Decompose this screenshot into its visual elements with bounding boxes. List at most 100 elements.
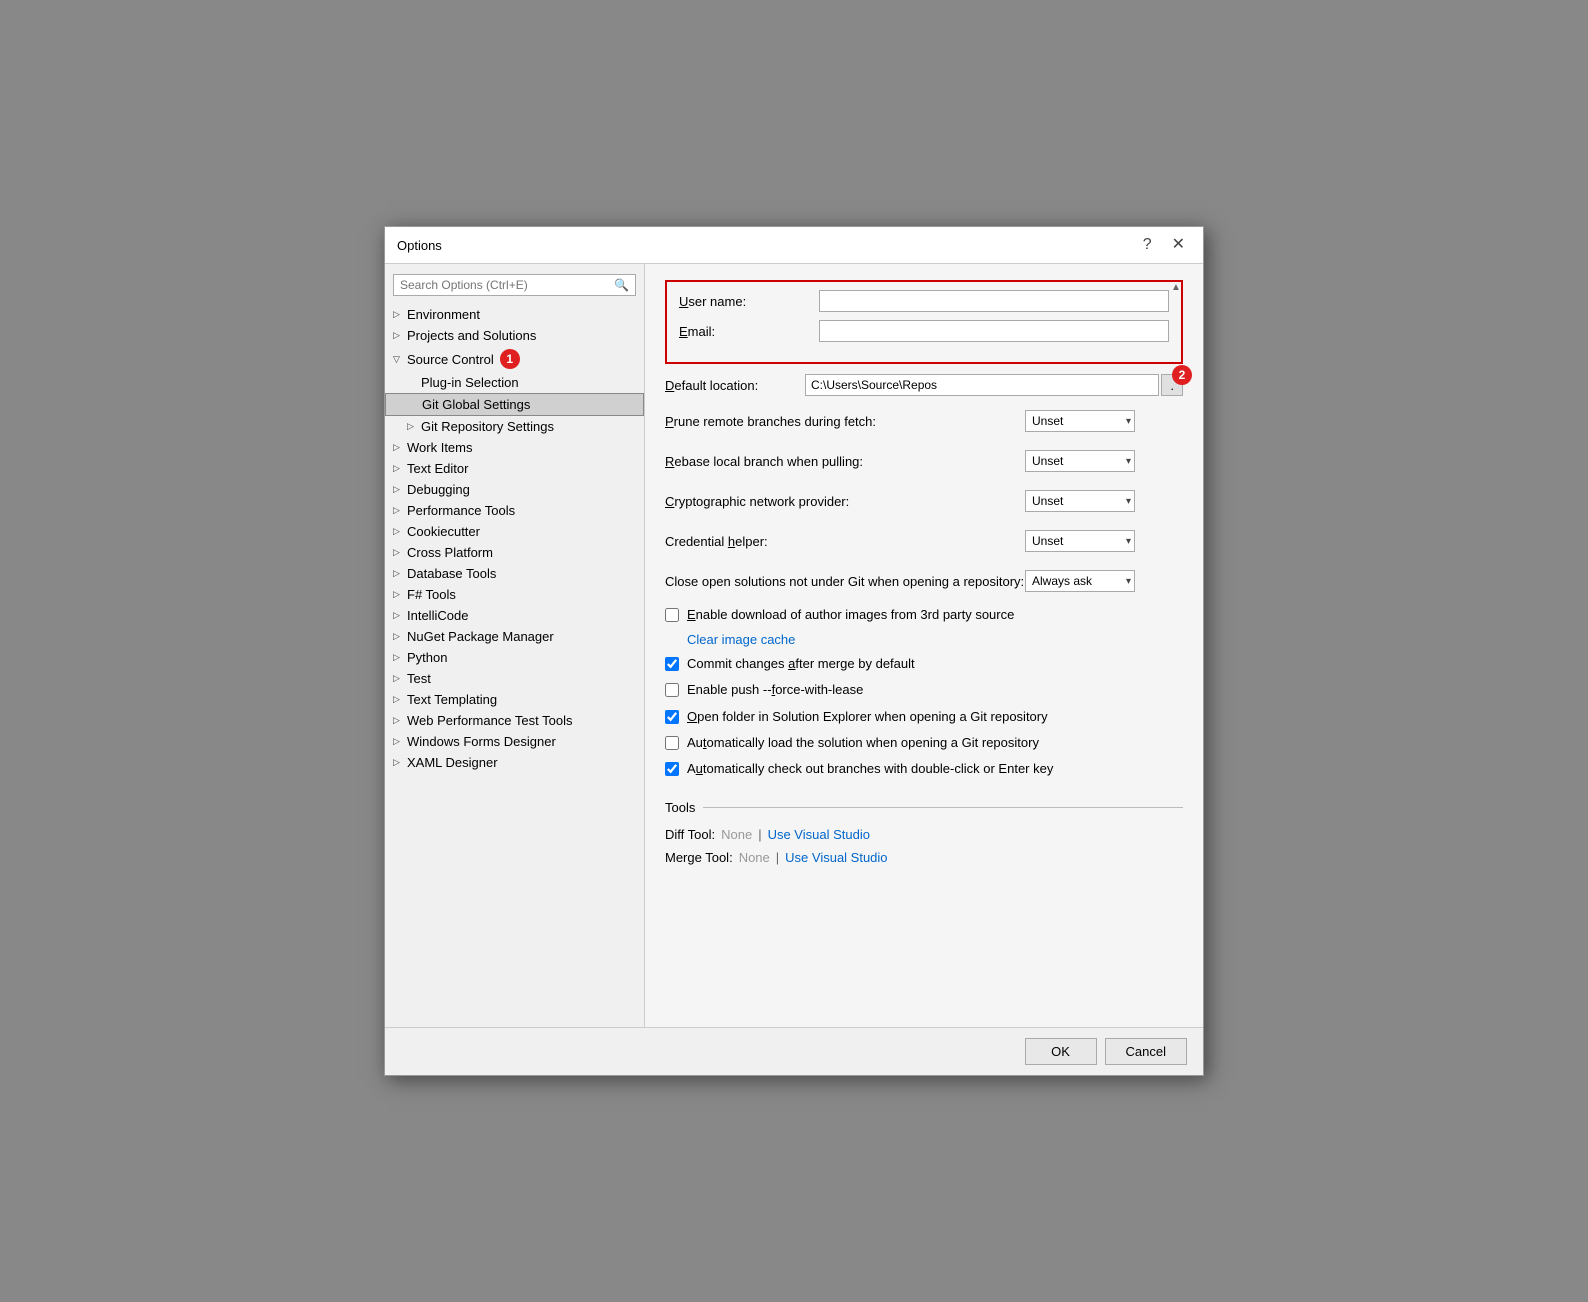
prune-dropdown[interactable]: UnsetTrueFalse — [1025, 410, 1135, 432]
email-row: Email: — [679, 320, 1169, 342]
sidebar-label-source-control: Source Control — [407, 352, 494, 367]
sidebar-item-debugging[interactable]: ▷Debugging — [385, 479, 644, 500]
clear-image-cache-link-row: Clear image cache — [687, 632, 1183, 647]
sidebar-item-performance-tools[interactable]: ▷Performance Tools — [385, 500, 644, 521]
sidebar-label-cookiecutter: Cookiecutter — [407, 524, 480, 539]
diff-tool-label: Diff Tool: — [665, 827, 715, 842]
enable-download-row: Enable download of author images from 3r… — [665, 606, 1183, 624]
tree-arrow-python: ▷ — [393, 652, 407, 663]
sidebar-item-git-global-settings[interactable]: Git Global Settings — [385, 393, 644, 416]
crypto-dropdown[interactable]: UnsetTrueFalse — [1025, 490, 1135, 512]
prune-row: Prune remote branches during fetch: Unse… — [665, 406, 1183, 436]
enable-push-row: Enable push --force-with-lease — [665, 681, 1183, 699]
sidebar-item-xaml-designer[interactable]: ▷XAML Designer — [385, 752, 644, 773]
credential-row: Credential helper: UnsetTrueFalse ▾ — [665, 526, 1183, 556]
sidebar-item-cookiecutter[interactable]: ▷Cookiecutter — [385, 521, 644, 542]
sidebar-label-intellicode: IntelliCode — [407, 608, 468, 623]
username-input[interactable] — [819, 290, 1169, 312]
merge-tool-label: Merge Tool: — [665, 850, 733, 865]
auto-checkout-label: Automatically check out branches with do… — [687, 760, 1053, 778]
sidebar-item-text-templating[interactable]: ▷Text Templating — [385, 689, 644, 710]
title-bar: Options ? ✕ — [385, 227, 1203, 264]
sidebar-item-projects-solutions[interactable]: ▷Projects and Solutions — [385, 325, 644, 346]
tree-arrow-nuget-package-manager: ▷ — [393, 631, 407, 642]
sidebar-item-windows-forms-designer[interactable]: ▷Windows Forms Designer — [385, 731, 644, 752]
sidebar-item-web-perf-test-tools[interactable]: ▷Web Performance Test Tools — [385, 710, 644, 731]
sidebar-item-environment[interactable]: ▷Environment — [385, 304, 644, 325]
sidebar-label-web-perf-test-tools: Web Performance Test Tools — [407, 713, 572, 728]
sidebar-item-database-tools[interactable]: ▷Database Tools — [385, 563, 644, 584]
close-solutions-dropdown[interactable]: Always askYesNo — [1025, 570, 1135, 592]
merge-tool-value: None — [739, 850, 770, 865]
commit-changes-row: Commit changes after merge by default — [665, 655, 1183, 673]
sidebar-label-git-global-settings: Git Global Settings — [422, 397, 530, 412]
main-content: ▲ User name: Email: Default location: . … — [645, 264, 1203, 1027]
tree-container: ▷Environment▷Projects and Solutions▽Sour… — [385, 304, 644, 773]
enable-download-checkbox[interactable] — [665, 608, 679, 622]
diff-tool-link[interactable]: Use Visual Studio — [768, 827, 870, 842]
enable-download-label: Enable download of author images from 3r… — [687, 606, 1014, 624]
crypto-dropdown-wrap: UnsetTrueFalse ▾ — [1025, 490, 1135, 512]
sidebar-item-python[interactable]: ▷Python — [385, 647, 644, 668]
open-folder-row: Open folder in Solution Explorer when op… — [665, 708, 1183, 726]
tree-arrow-environment: ▷ — [393, 309, 407, 320]
merge-tool-link[interactable]: Use Visual Studio — [785, 850, 887, 865]
username-row: User name: — [679, 290, 1169, 312]
diff-tool-row: Diff Tool: None | Use Visual Studio — [665, 827, 1183, 842]
search-box[interactable]: 🔍 — [393, 274, 636, 296]
rebase-dropdown[interactable]: UnsetTrueFalse — [1025, 450, 1135, 472]
sidebar-item-intellicode[interactable]: ▷IntelliCode — [385, 605, 644, 626]
sidebar-item-test[interactable]: ▷Test — [385, 668, 644, 689]
cancel-button[interactable]: Cancel — [1105, 1038, 1187, 1065]
default-location-input[interactable] — [805, 374, 1159, 396]
default-location-browse-button[interactable]: . 2 — [1161, 374, 1183, 396]
default-location-label: Default location: — [665, 378, 805, 393]
credential-dropdown-wrap: UnsetTrueFalse ▾ — [1025, 530, 1135, 552]
commit-changes-checkbox[interactable] — [665, 657, 679, 671]
open-folder-label: Open folder in Solution Explorer when op… — [687, 708, 1048, 726]
ok-button[interactable]: OK — [1025, 1038, 1097, 1065]
sidebar-item-plugin-selection[interactable]: Plug-in Selection — [385, 372, 644, 393]
credential-dropdown[interactable]: UnsetTrueFalse — [1025, 530, 1135, 552]
open-folder-checkbox[interactable] — [665, 710, 679, 724]
tools-divider-line — [703, 807, 1183, 808]
username-label: User name: — [679, 294, 819, 309]
sidebar-label-git-repo-settings: Git Repository Settings — [421, 419, 554, 434]
sidebar-item-text-editor[interactable]: ▷Text Editor — [385, 458, 644, 479]
scroll-indicator: ▲ — [1169, 282, 1183, 362]
sidebar-label-performance-tools: Performance Tools — [407, 503, 515, 518]
sidebar-label-test: Test — [407, 671, 431, 686]
sidebar-label-xaml-designer: XAML Designer — [407, 755, 498, 770]
tree-arrow-git-repo-settings: ▷ — [407, 421, 421, 432]
sidebar-item-nuget-package-manager[interactable]: ▷NuGet Package Manager — [385, 626, 644, 647]
dialog-body: 🔍 ▷Environment▷Projects and Solutions▽So… — [385, 264, 1203, 1027]
sidebar-label-projects-solutions: Projects and Solutions — [407, 328, 536, 343]
sidebar-label-fsharp-tools: F# Tools — [407, 587, 456, 602]
sidebar-label-plugin-selection: Plug-in Selection — [421, 375, 519, 390]
email-input[interactable] — [819, 320, 1169, 342]
tree-arrow-web-perf-test-tools: ▷ — [393, 715, 407, 726]
sidebar-label-windows-forms-designer: Windows Forms Designer — [407, 734, 556, 749]
prune-label: Prune remote branches during fetch: — [665, 414, 1025, 429]
enable-push-label: Enable push --force-with-lease — [687, 681, 863, 699]
auto-checkout-checkbox[interactable] — [665, 762, 679, 776]
search-input[interactable] — [400, 278, 614, 292]
sidebar-label-debugging: Debugging — [407, 482, 470, 497]
sidebar-item-fsharp-tools[interactable]: ▷F# Tools — [385, 584, 644, 605]
help-button[interactable]: ? — [1137, 235, 1158, 255]
merge-tool-row: Merge Tool: None | Use Visual Studio — [665, 850, 1183, 865]
sidebar-item-git-repo-settings[interactable]: ▷Git Repository Settings — [385, 416, 644, 437]
close-button[interactable]: ✕ — [1166, 235, 1191, 255]
tree-arrow-intellicode: ▷ — [393, 610, 407, 621]
scroll-up-icon[interactable]: ▲ — [1171, 282, 1181, 293]
sidebar-item-source-control[interactable]: ▽Source Control1 — [385, 346, 644, 372]
tools-divider: Tools — [665, 800, 1183, 815]
auto-load-checkbox[interactable] — [665, 736, 679, 750]
enable-push-checkbox[interactable] — [665, 683, 679, 697]
tree-arrow-projects-solutions: ▷ — [393, 330, 407, 341]
sidebar-item-work-items[interactable]: ▷Work Items — [385, 437, 644, 458]
clear-image-cache-link[interactable]: Clear image cache — [687, 632, 795, 647]
auto-load-row: Automatically load the solution when ope… — [665, 734, 1183, 752]
sidebar-item-cross-platform[interactable]: ▷Cross Platform — [385, 542, 644, 563]
tree-arrow-database-tools: ▷ — [393, 568, 407, 579]
